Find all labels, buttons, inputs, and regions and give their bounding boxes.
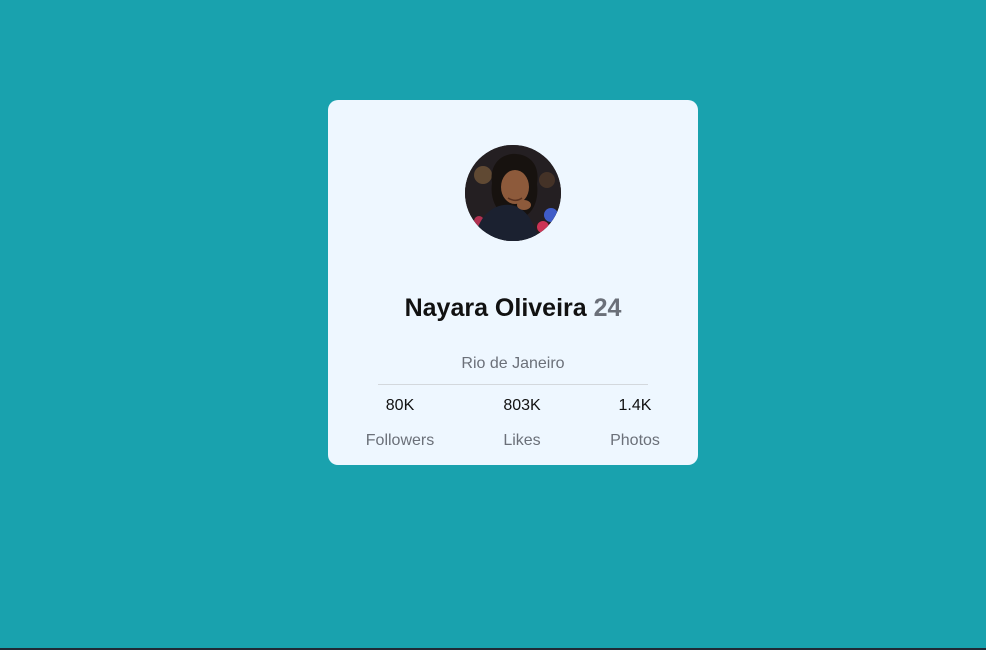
profile-age: 24 [593, 294, 622, 322]
stat-likes: 803K Likes [467, 396, 577, 451]
divider [378, 384, 648, 385]
photos-count: 1.4K [618, 397, 652, 414]
stat-followers: 80K Followers [345, 396, 455, 451]
profile-card: Nayara Oliveira 24 Rio de Janeiro 80K Fo… [328, 100, 698, 465]
followers-count: 80K [385, 397, 415, 414]
photos-label: Photos [610, 432, 660, 449]
followers-label: Followers [365, 432, 435, 449]
profile-heading: Nayara Oliveira 24 [328, 294, 698, 323]
profile-name: Nayara Oliveira [404, 294, 587, 322]
likes-label: Likes [503, 432, 541, 449]
profile-location: Rio de Janeiro [461, 355, 565, 372]
avatar [465, 145, 561, 241]
likes-count: 803K [503, 397, 541, 414]
avatar-photo [465, 145, 561, 241]
stat-photos: 1.4K Photos [580, 396, 690, 451]
